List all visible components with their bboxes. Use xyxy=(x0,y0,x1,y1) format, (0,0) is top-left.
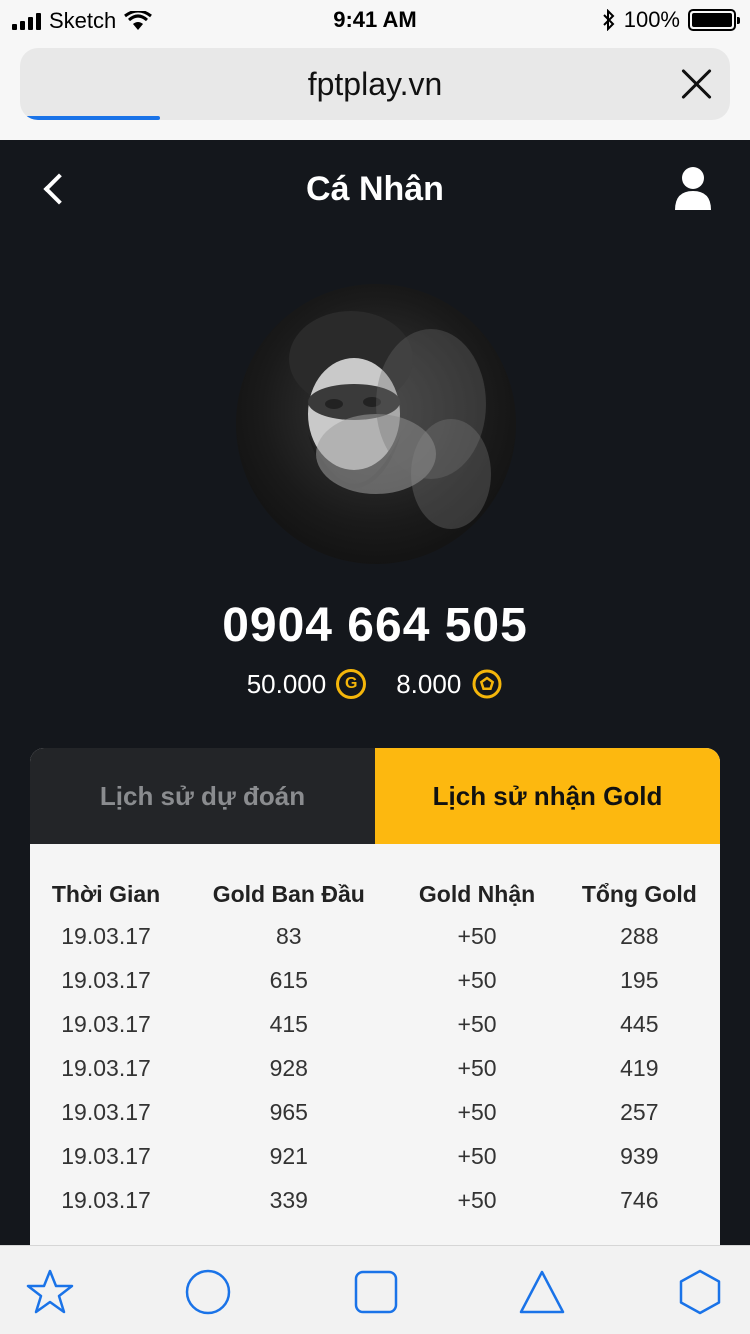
triangle-icon[interactable] xyxy=(518,1268,566,1316)
circle-icon[interactable] xyxy=(184,1268,232,1316)
tab-gold-history[interactable]: Lịch sử nhận Gold xyxy=(375,748,720,844)
cell-time: 19.03.17 xyxy=(61,922,151,949)
cell-total-gold: 746 xyxy=(620,1186,659,1213)
ball-balance-value: 8.000 xyxy=(396,668,462,699)
table-row: 19.03.17 415 +50 445 xyxy=(30,1002,720,1046)
cell-total-gold: 288 xyxy=(620,922,659,949)
page-title: Cá Nhân xyxy=(306,170,444,208)
app-header: Cá Nhân xyxy=(0,140,750,240)
cell-time: 19.03.17 xyxy=(61,1010,151,1037)
table-row: 19.03.17 615 +50 195 xyxy=(30,958,720,1002)
cell-initial-gold: 339 xyxy=(269,1186,308,1213)
browser-bar: fptplay.vn xyxy=(0,40,750,140)
cell-time: 19.03.17 xyxy=(61,1142,151,1169)
gold-history-table: Thời Gian Gold Ban Đầu Gold Nhận Tổng Go… xyxy=(30,874,720,1222)
cell-initial-gold: 928 xyxy=(269,1054,308,1081)
column-header-gold-received: Gold Nhận xyxy=(418,880,536,907)
cell-initial-gold: 965 xyxy=(269,1098,308,1125)
history-tabs: Lịch sử dự đoán Lịch sử nhận Gold xyxy=(30,748,720,844)
avatar xyxy=(236,284,516,564)
football-icon xyxy=(472,669,502,699)
page-load-progress xyxy=(24,116,160,120)
bluetooth-icon xyxy=(603,9,615,31)
url-text[interactable]: fptplay.vn xyxy=(20,66,730,103)
column-header-time: Thời Gian xyxy=(51,880,161,907)
square-icon[interactable] xyxy=(352,1268,400,1316)
gold-balance-value: 50.000 xyxy=(246,668,327,699)
cell-time: 19.03.17 xyxy=(61,1054,151,1081)
cell-total-gold: 195 xyxy=(620,966,659,993)
gold-coin-icon: G xyxy=(336,669,367,699)
cell-gold-received: +50 xyxy=(457,1010,497,1037)
tab-prediction-history[interactable]: Lịch sử dự đoán xyxy=(30,748,375,844)
status-bar: Sketch 9:41 AM 100% xyxy=(0,0,750,40)
cell-time: 19.03.17 xyxy=(61,966,151,993)
table-row: 19.03.17 339 +50 746 xyxy=(30,1178,720,1222)
table-header-row: Thời Gian Gold Ban Đầu Gold Nhận Tổng Go… xyxy=(30,874,720,914)
cell-total-gold: 257 xyxy=(620,1098,659,1125)
column-header-total-gold: Tổng Gold xyxy=(581,880,697,907)
status-right: 100% xyxy=(602,7,740,33)
hexagon-icon[interactable] xyxy=(676,1268,724,1316)
history-card: Lịch sử dự đoán Lịch sử nhận Gold Thời G… xyxy=(30,748,720,1308)
url-field[interactable]: fptplay.vn xyxy=(20,48,730,120)
table-row: 19.03.17 928 +50 419 xyxy=(30,1046,720,1090)
cell-gold-received: +50 xyxy=(457,922,497,949)
cell-initial-gold: 921 xyxy=(269,1142,308,1169)
table-row: 19.03.17 965 +50 257 xyxy=(30,1090,720,1134)
user-icon[interactable] xyxy=(674,166,712,210)
cell-time: 19.03.17 xyxy=(61,1098,151,1125)
cell-gold-received: +50 xyxy=(457,1054,497,1081)
star-icon[interactable] xyxy=(26,1268,74,1316)
column-header-initial-gold: Gold Ban Đầu xyxy=(212,880,365,907)
cell-gold-received: +50 xyxy=(457,966,497,993)
cell-total-gold: 445 xyxy=(620,1010,659,1037)
close-icon[interactable] xyxy=(676,64,716,104)
phone-number: 0904 664 505 xyxy=(222,599,528,652)
cell-gold-received: +50 xyxy=(457,1186,497,1213)
gold-balance: 50.000 G xyxy=(247,669,367,700)
cell-initial-gold: 615 xyxy=(269,966,308,993)
balances: 50.000 G 8.000 xyxy=(0,668,750,700)
cell-initial-gold: 83 xyxy=(275,922,302,949)
cell-time: 19.03.17 xyxy=(61,1186,151,1213)
battery-icon xyxy=(688,9,740,31)
bottom-toolbar xyxy=(0,1245,750,1334)
cell-total-gold: 419 xyxy=(620,1054,659,1081)
cell-total-gold: 939 xyxy=(620,1142,659,1169)
table-row: 19.03.17 83 +50 288 xyxy=(30,914,720,958)
cell-gold-received: +50 xyxy=(457,1142,497,1169)
battery-percent: 100% xyxy=(623,7,680,32)
avatar-image xyxy=(289,311,491,529)
table-row: 19.03.17 921 +50 939 xyxy=(30,1134,720,1178)
cell-initial-gold: 415 xyxy=(269,1010,308,1037)
ball-balance: 8.000 xyxy=(396,668,503,700)
cell-gold-received: +50 xyxy=(457,1098,497,1125)
